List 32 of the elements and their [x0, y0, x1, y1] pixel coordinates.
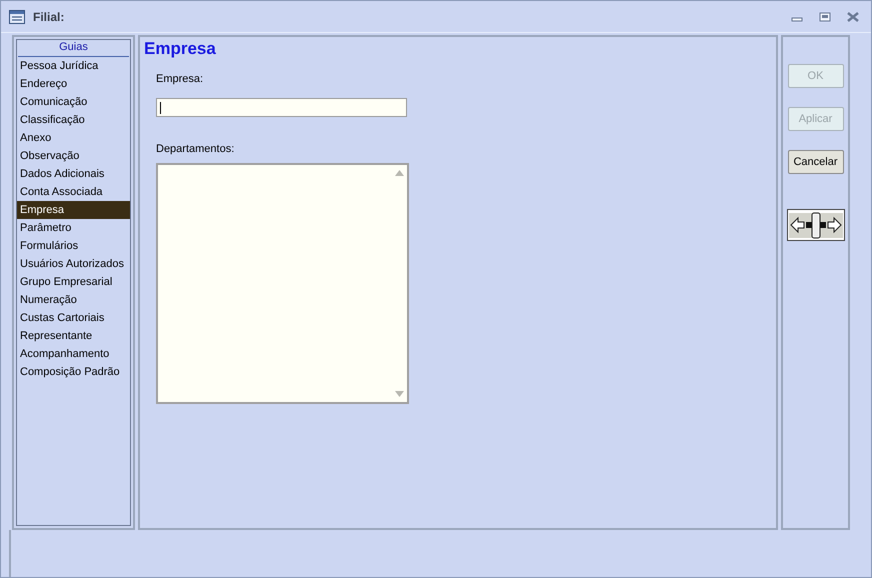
sidebar-item[interactable]: Pessoa Jurídica	[17, 57, 130, 75]
window-title: Filial:	[33, 8, 64, 26]
sidebar-item[interactable]: Acompanhamento	[17, 345, 130, 363]
sidebar-item[interactable]: Composição Padrão	[17, 363, 130, 381]
sidebar-item[interactable]: Formulários	[17, 237, 130, 255]
scroll-up-icon[interactable]	[394, 170, 404, 176]
departamentos-list[interactable]	[156, 163, 409, 404]
maximize-icon[interactable]	[819, 12, 831, 22]
sidebar-item[interactable]: Parâmetro	[17, 219, 130, 237]
dialog-button[interactable]: Cancelar	[788, 150, 844, 174]
scroll-down-icon[interactable]	[394, 391, 404, 397]
sidebar-item[interactable]: Conta Associada	[17, 183, 130, 201]
field-label: Empresa:	[156, 72, 204, 85]
section-title: Empresa	[144, 38, 217, 60]
sidebar-item[interactable]: Anexo	[17, 129, 130, 147]
close-icon[interactable]	[847, 12, 859, 22]
sidebar-item[interactable]: Dados Adicionais	[17, 165, 130, 183]
sidebar-item[interactable]: Endereço	[17, 75, 130, 93]
sidebar-header: Guias	[18, 40, 129, 57]
empresa-field[interactable]	[156, 98, 407, 117]
sidebar-item[interactable]: Classificação	[17, 111, 130, 129]
sidebar-item[interactable]: Usuários Autorizados	[17, 255, 130, 273]
sidebar-item[interactable]: Comunicação	[17, 93, 130, 111]
sidebar-item[interactable]: Custas Cartoriais	[17, 309, 130, 327]
field-label: Departamentos:	[156, 142, 236, 155]
window-icon	[9, 10, 25, 24]
sidebar-item[interactable]: Representante	[17, 327, 130, 345]
splitter-arrows-icon[interactable]	[786, 209, 844, 241]
sidebar-item[interactable]: Grupo Empresarial	[17, 273, 130, 291]
sidebar-item[interactable]: Empresa	[17, 201, 130, 219]
sidebar-item[interactable]: Numeração	[17, 291, 130, 309]
sidebar-item[interactable]: Observação	[17, 147, 130, 165]
